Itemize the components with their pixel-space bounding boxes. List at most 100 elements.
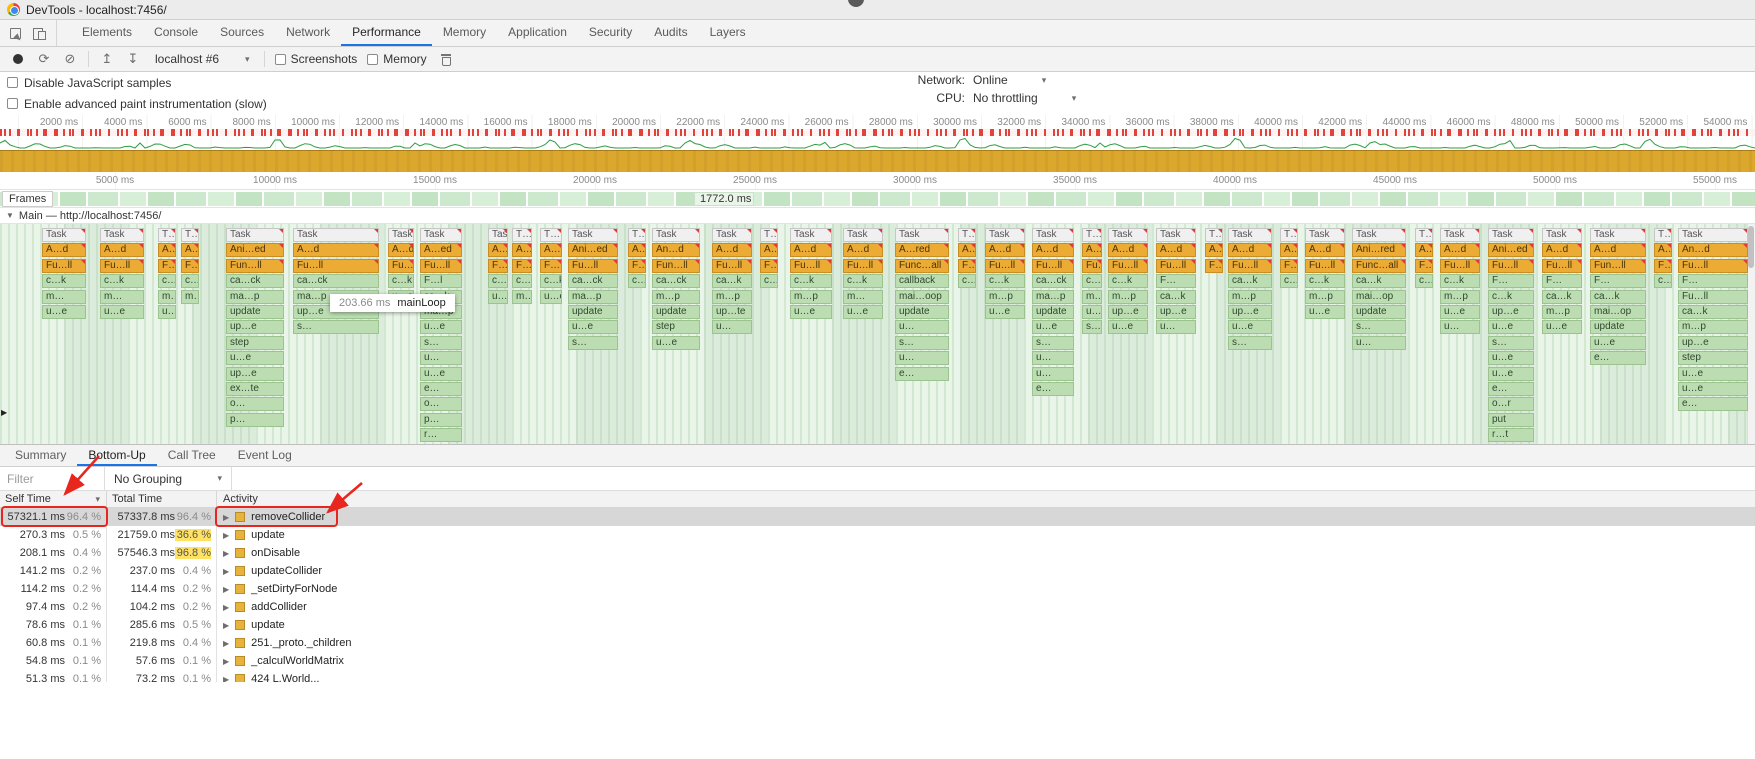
flame-bar[interactable]: Task bbox=[488, 228, 508, 242]
flame-bar[interactable]: A…d bbox=[1108, 243, 1148, 258]
tab-network[interactable]: Network bbox=[275, 20, 341, 46]
flame-bar[interactable]: update bbox=[652, 305, 700, 319]
flame-bar[interactable]: up…e bbox=[1108, 305, 1148, 319]
flame-bar[interactable]: An…d bbox=[1678, 243, 1748, 258]
disable-js-samples-row[interactable]: Disable JavaScript samples bbox=[0, 72, 1755, 93]
flame-bar[interactable]: Task bbox=[293, 228, 379, 242]
bottom-tab-event-log[interactable]: Event Log bbox=[227, 445, 303, 466]
flame-bar[interactable]: Task bbox=[1590, 228, 1646, 242]
flame-bar[interactable]: e… bbox=[1678, 397, 1748, 412]
flame-bar[interactable]: Task bbox=[652, 228, 700, 242]
main-track-header[interactable]: ▼ Main — http://localhost:7456/ bbox=[0, 208, 1755, 224]
flame-bar[interactable]: update bbox=[1352, 305, 1406, 319]
flame-bar[interactable]: A…d bbox=[1542, 243, 1582, 258]
flame-bar[interactable]: Fun…ll bbox=[652, 258, 700, 273]
flame-bar[interactable]: ma…p bbox=[568, 289, 618, 304]
flame-bar[interactable]: c… bbox=[1415, 274, 1433, 289]
flame-bar[interactable]: A…d bbox=[985, 243, 1025, 258]
flame-bar[interactable]: u… bbox=[895, 320, 949, 335]
flame-bar[interactable]: Task bbox=[843, 228, 883, 242]
table-row[interactable]: 114.2 ms 0.2 % 114.4 ms 0.2 % ▶ _setDirtyForN… bbox=[0, 580, 1755, 598]
flame-bar[interactable]: up…e bbox=[1156, 305, 1196, 319]
expand-icon[interactable]: ▶ bbox=[223, 567, 229, 576]
flame-bar[interactable]: A…d bbox=[388, 243, 414, 258]
flame-bar[interactable]: mai…op bbox=[1352, 289, 1406, 304]
flame-bar[interactable]: Fu…ll bbox=[1305, 258, 1345, 273]
flame-bar[interactable]: F… bbox=[1488, 274, 1534, 289]
flame-bar[interactable]: Func…all bbox=[895, 258, 949, 273]
flame-bar[interactable]: F… bbox=[540, 258, 562, 273]
memory-checkbox[interactable] bbox=[367, 53, 379, 65]
flame-bar[interactable]: s… bbox=[1488, 335, 1534, 350]
flame-bar[interactable]: ca…k bbox=[1352, 274, 1406, 289]
flame-bar[interactable]: Fu…ll bbox=[1678, 258, 1748, 273]
flame-bar[interactable]: u…e bbox=[652, 335, 700, 350]
table-row[interactable]: 97.4 ms 0.2 % 104.2 ms 0.2 % ▶ addCollider bbox=[0, 598, 1755, 616]
flame-bar[interactable]: Task bbox=[1305, 228, 1345, 242]
flame-bar[interactable]: u… bbox=[1032, 351, 1074, 366]
flame-bar[interactable]: Fu…ll bbox=[790, 258, 832, 273]
flame-bar[interactable]: update bbox=[1590, 320, 1646, 335]
flame-bar[interactable]: Fu…ll bbox=[420, 258, 462, 273]
expand-icon[interactable]: ▶ bbox=[223, 621, 229, 630]
table-row[interactable]: 60.8 ms 0.1 % 219.8 ms 0.4 % ▶ 251._proto._ch… bbox=[0, 634, 1755, 652]
flame-bar[interactable]: m…p bbox=[1108, 289, 1148, 304]
flame-bar[interactable]: m…p bbox=[1305, 289, 1345, 304]
flame-bar[interactable]: F… bbox=[628, 258, 646, 273]
flame-bar[interactable]: m…p bbox=[985, 289, 1025, 304]
flame-bar[interactable]: c…k bbox=[388, 274, 414, 289]
flame-bar[interactable]: A… bbox=[1280, 243, 1298, 258]
flame-bar[interactable]: A… bbox=[1654, 243, 1672, 258]
flame-bar[interactable]: Fu…ll bbox=[1032, 258, 1074, 273]
disable-js-samples-checkbox[interactable] bbox=[7, 77, 18, 88]
flame-bar[interactable]: c…k bbox=[985, 274, 1025, 289]
flame-bar[interactable]: A…ed bbox=[420, 243, 462, 258]
flame-bar[interactable]: m… bbox=[512, 289, 532, 304]
timeline-overview[interactable]: 2000 ms 4000 ms 6000 ms 8000 ms 10000 ms 1200… bbox=[0, 115, 1755, 172]
record-button[interactable] bbox=[10, 51, 26, 67]
flame-bar[interactable]: Ani…ed bbox=[226, 243, 284, 258]
flame-bar[interactable]: A…d bbox=[843, 243, 883, 258]
flame-bar[interactable]: A… bbox=[158, 243, 176, 258]
flame-bar[interactable]: Fu…l bbox=[388, 258, 414, 273]
flame-bar[interactable]: F… bbox=[1156, 274, 1196, 289]
flame-bar[interactable]: s… bbox=[568, 335, 618, 350]
flame-bar[interactable]: c… bbox=[158, 274, 176, 289]
flame-bar[interactable]: u…e bbox=[843, 305, 883, 319]
flame-bar[interactable]: A…d bbox=[100, 243, 144, 258]
device-toolbar-icon[interactable] bbox=[33, 27, 46, 40]
flame-bar[interactable]: c…k bbox=[540, 274, 562, 289]
flame-bar[interactable]: o… bbox=[420, 397, 462, 412]
flame-bar[interactable]: p… bbox=[226, 412, 284, 427]
flame-bar[interactable]: up…e bbox=[1228, 305, 1272, 319]
bottom-tab-bottom-up[interactable]: Bottom-Up bbox=[77, 445, 157, 466]
flame-bar[interactable]: u…e bbox=[1678, 366, 1748, 381]
header-self-time[interactable]: Self Time ▾ bbox=[0, 491, 106, 507]
flame-bar[interactable]: Task bbox=[100, 228, 144, 242]
flame-bar[interactable]: F… bbox=[1205, 258, 1223, 273]
flame-bar[interactable]: F… bbox=[1678, 274, 1748, 289]
flame-bar[interactable]: T… bbox=[540, 228, 562, 242]
tab-console[interactable]: Console bbox=[143, 20, 209, 46]
flame-bar[interactable]: c… bbox=[1082, 274, 1102, 289]
flame-bar[interactable]: T… bbox=[760, 228, 778, 242]
flame-bar[interactable]: Fu…ll bbox=[42, 258, 86, 273]
flame-bar[interactable]: ca…ck bbox=[226, 274, 284, 289]
flame-bar[interactable]: A…d bbox=[42, 243, 86, 258]
flame-bar[interactable]: m…p bbox=[712, 289, 752, 304]
flame-bar[interactable]: Task bbox=[985, 228, 1025, 242]
table-row[interactable]: 51.3 ms 0.1 % 73.2 ms 0.1 % ▶ 424 L.World... bbox=[0, 670, 1755, 682]
flame-bar[interactable]: e… bbox=[420, 382, 462, 396]
flame-bar[interactable]: c…k bbox=[843, 274, 883, 289]
flame-bar[interactable]: An…d bbox=[652, 243, 700, 258]
header-activity[interactable]: Activity bbox=[216, 491, 1755, 507]
flame-bar[interactable]: T… bbox=[158, 228, 176, 242]
flame-bar[interactable]: u…e bbox=[420, 320, 462, 335]
flame-scroll-handle[interactable] bbox=[1748, 226, 1754, 268]
flame-bar[interactable]: u…e bbox=[1440, 305, 1480, 319]
flame-bar[interactable]: F… bbox=[958, 258, 976, 273]
flame-bar[interactable]: c…k bbox=[790, 274, 832, 289]
profile-select[interactable]: localhost #6 ▾ bbox=[151, 52, 254, 66]
table-row[interactable]: 57321.1 ms 96.4 % 57337.8 ms 96.4 % ▶ removeC… bbox=[0, 508, 1755, 526]
flame-bar[interactable]: F… bbox=[1280, 258, 1298, 273]
